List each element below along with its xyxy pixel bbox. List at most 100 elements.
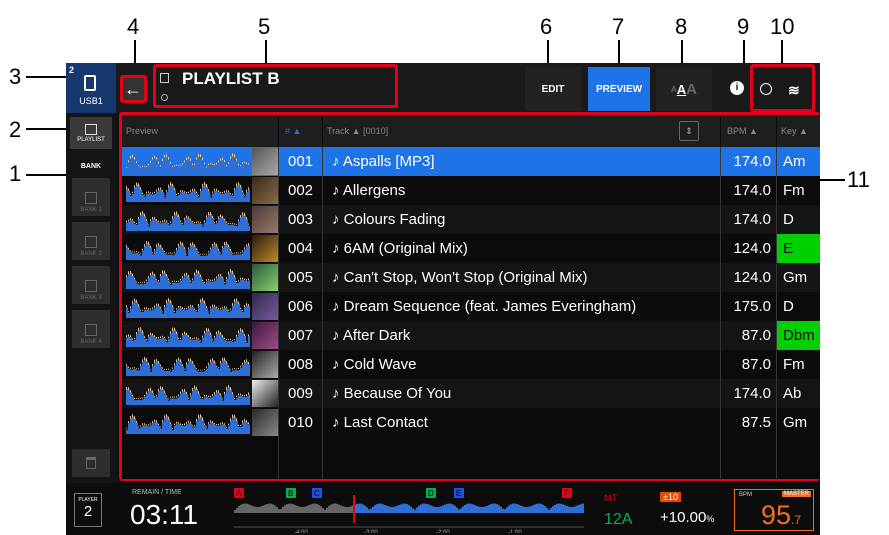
table-row[interactable]: 006 ♪ Dream Sequence (feat. James Everin… [122,292,820,321]
preview-button[interactable]: PREVIEW [588,67,650,111]
bpm-display: BPM MASTER 95.7 [734,489,814,531]
svg-text:C: C [314,489,320,498]
table-row[interactable]: 007 ♪ After Dark 87.0 Dbm [122,321,820,350]
col-header-bpm[interactable]: BPM ▲ [721,115,776,147]
table-row[interactable]: 010 ♪ Last Contact 87.5 Gm [122,408,820,437]
row-key: Am [783,153,806,170]
cue-marker: C [312,488,322,498]
callout-11-line [817,179,845,181]
overview-waveform[interactable]: A B C D E F -4:00 -3:00 -2:00 -1:00 [234,487,584,533]
trash-button[interactable] [72,449,110,477]
time-display: 03:11 [130,499,198,530]
row-number: 005 [288,269,314,286]
cue-marker: D [426,488,436,498]
row-track: ♪ Dream Sequence (feat. James Everingham… [332,298,637,315]
info-button[interactable]: i [730,81,744,95]
table-row[interactable]: 001 ♪ Aspalls [MP3] 174.0 Am [122,147,820,176]
album-art [252,206,278,233]
callout-4: 4 [127,14,140,39]
player-indicator: PLAYER 2 [74,493,102,527]
table-row[interactable]: 009 ♪ Because Of You 174.0 Ab [122,379,820,408]
svg-text:E: E [456,489,461,498]
remain-label: REMAIN / TIME [132,489,182,496]
bank-playlist-icon [85,192,97,204]
edit-button[interactable]: EDIT [525,67,581,111]
playlist-tab-icon [85,123,97,135]
row-key: Gm [783,414,808,431]
row-waveform [126,327,250,347]
table-row[interactable]: 003 ♪ Colours Fading 174.0 D [122,205,820,234]
col-header-number[interactable]: # ▲ [279,115,322,147]
time-marker: -3:00 [364,530,378,533]
row-waveform [126,153,250,173]
table-row[interactable]: 008 ♪ Cold Wave 87.0 Fm [122,350,820,379]
svg-text:D: D [428,489,434,498]
frame-network [750,64,815,112]
col-header-key[interactable]: Key ▲ [777,115,820,147]
col-header-track[interactable]: Track ▲ [0010] ⇕ [323,115,720,147]
time-marker: -2:00 [436,530,450,533]
cue-marker: F [562,488,572,498]
col-header-track-label: Track ▲ [0010] [327,126,389,136]
row-track: ♪ Can't Stop, Won't Stop (Original Mix) [332,269,588,286]
album-art [252,148,278,175]
row-track: ♪ Allergens [332,182,406,199]
tempo-display: +10.00% [660,509,715,526]
row-bpm: 174.0 [733,182,771,199]
row-number: 006 [288,298,314,315]
row-bpm: 87.0 [741,327,771,344]
row-bpm: 124.0 [733,240,771,257]
row-waveform [126,182,250,202]
playlist-tab-label: PLAYLIST [77,136,105,143]
callout-5: 5 [258,14,271,39]
master-tempo-label: MT [604,493,617,503]
bank-4-button[interactable]: BANK 4 [72,310,110,348]
col-header-preview[interactable]: Preview [122,115,278,147]
svg-text:B: B [288,489,293,498]
album-art [252,380,278,407]
col-divider [278,147,279,479]
album-art [252,264,278,291]
usb-button[interactable]: 2 USB1 [66,63,116,113]
frame-title [153,64,398,108]
bank-playlist-icon [85,280,97,292]
callout-3-line [26,76,68,78]
row-bpm: 175.0 [733,298,771,315]
master-badge: MASTER [781,491,811,497]
row-track: ♪ Because Of You [332,385,452,402]
row-key: D [783,211,794,228]
callout-1: 1 [9,161,22,186]
row-bpm: 87.5 [741,414,771,431]
bank-1-button[interactable]: BANK 1 [72,178,110,216]
row-waveform [126,241,250,260]
row-waveform [126,356,250,376]
table-row[interactable]: 005 ♪ Can't Stop, Won't Stop (Original M… [122,263,820,292]
row-waveform [126,414,250,434]
sort-toggle-icon[interactable]: ⇕ [679,121,699,141]
row-track: ♪ Last Contact [332,414,428,431]
album-art [252,351,278,378]
row-waveform [126,298,250,318]
table-row[interactable]: 002 ♪ Allergens 174.0 Fm [122,176,820,205]
table-row[interactable]: 004 ♪ 6AM (Original Mix) 124.0 E [122,234,820,263]
cue-marker: B [286,488,296,498]
callout-2-line [26,128,68,130]
playlist-tab[interactable]: PLAYLIST [70,117,112,149]
callout-7: 7 [612,14,625,39]
row-number: 008 [288,356,314,373]
bank-2-button[interactable]: BANK 2 [72,222,110,260]
info-icon: i [735,82,739,93]
row-number: 007 [288,327,314,344]
bank-3-button[interactable]: BANK 3 [72,266,110,304]
row-track: ♪ After Dark [332,327,411,344]
album-art [252,409,278,436]
font-size-button[interactable]: A A A [656,67,712,111]
album-art [252,235,278,262]
callout-1-line [26,174,66,176]
callout-6: 6 [540,14,553,39]
time-marker: -4:00 [294,530,308,533]
col-divider [720,147,721,479]
row-number: 001 [288,153,314,170]
trash-icon [86,457,96,469]
bank-1-label: BANK 1 [80,207,102,213]
